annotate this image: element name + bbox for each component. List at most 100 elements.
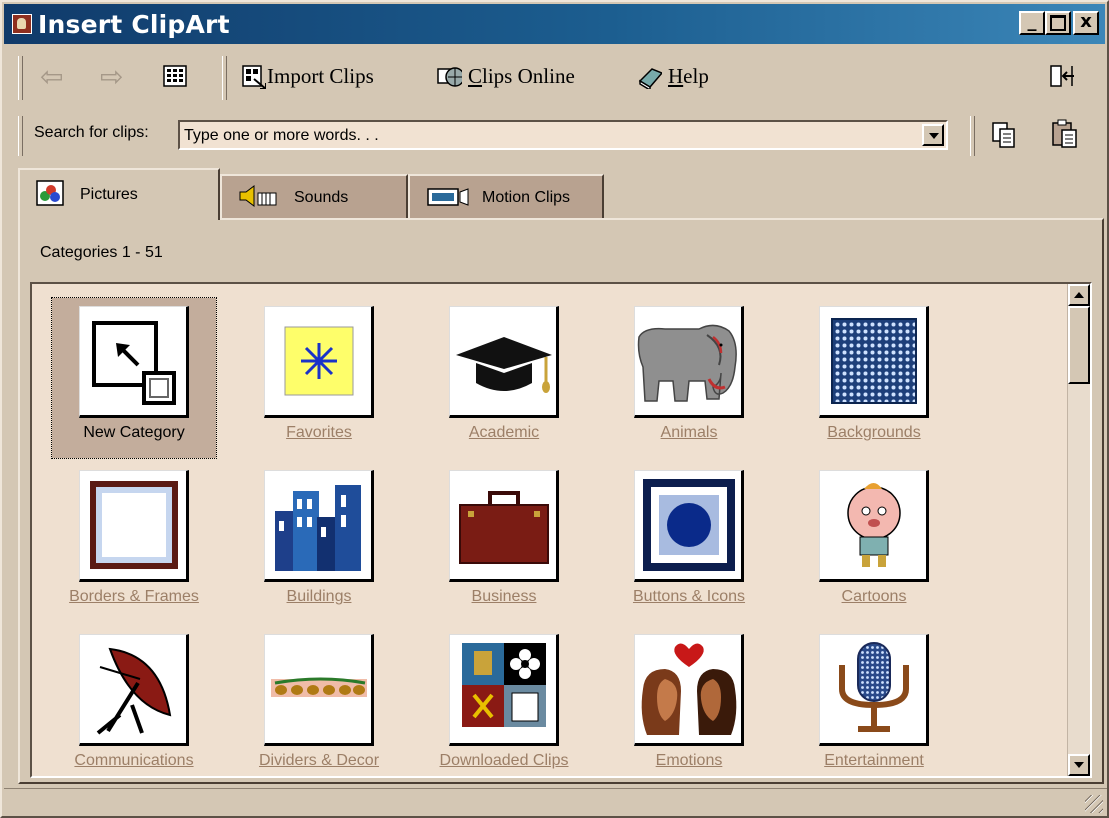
maximize-icon <box>1050 15 1066 31</box>
cartoon-kid-icon <box>847 483 901 567</box>
category-buildings[interactable]: Buildings <box>237 462 401 622</box>
help-button[interactable]: Help <box>636 56 709 96</box>
category-thumbnail <box>634 470 744 582</box>
change-window-size-button[interactable] <box>1048 56 1076 96</box>
clips-online-label: lips Online <box>482 63 575 88</box>
search-placeholder: Type one or more words. . . <box>184 127 379 144</box>
close-button[interactable]: x <box>1073 11 1099 35</box>
category-thumbnail <box>79 306 189 418</box>
search-toolbar-grip[interactable] <box>18 116 23 156</box>
category-thumbnail <box>449 306 559 418</box>
window-title: Insert ClipArt <box>38 10 230 39</box>
category-label: Communications <box>74 752 194 769</box>
category-label: Dividers & Decor <box>258 752 380 769</box>
view-button[interactable] <box>162 56 188 96</box>
tab-sounds-label: Sounds <box>294 189 349 206</box>
help-accel: H <box>668 63 684 88</box>
category-label: Downloaded Clips <box>439 752 569 769</box>
tab-motion-clips[interactable]: Motion Clips <box>408 174 604 220</box>
category-backgrounds[interactable]: Backgrounds <box>792 298 956 458</box>
elephant-icon <box>637 324 737 402</box>
motion-clips-icon <box>426 183 470 214</box>
category-label: Borders & Frames <box>69 588 199 605</box>
category-thumbnail <box>264 634 374 746</box>
category-thumbnail <box>264 470 374 582</box>
pictures-panel: Categories 1 - 51 New Category Favorites… <box>18 218 1104 784</box>
gallery-scrollbar[interactable] <box>1067 284 1090 776</box>
category-downloaded-clips[interactable]: Downloaded Clips <box>422 626 586 776</box>
category-label: Emotions <box>655 752 723 769</box>
downloaded-clips-icon <box>462 643 546 727</box>
category-communications[interactable]: Communications <box>52 626 216 776</box>
forward-button[interactable]: ⇨ <box>100 56 123 96</box>
clips-online-accel: C <box>468 63 483 88</box>
category-label: Entertainment <box>824 752 924 769</box>
search-label: Search for clips: <box>34 124 149 141</box>
category-thumbnail <box>264 306 374 418</box>
tab-motion-clips-label: Motion Clips <box>482 189 571 206</box>
main-toolbar: ⇦ ⇨ IImport Clips <box>18 48 1098 110</box>
category-academic[interactable]: Academic <box>422 298 586 458</box>
title-bar[interactable]: Insert ClipArt _ x <box>4 4 1105 44</box>
insert-clipart-window: Insert ClipArt _ x ⇦ ⇨ Import Clips C li… <box>0 0 1109 818</box>
category-thumbnail <box>819 470 929 582</box>
clips-online-button[interactable]: Clips Online <box>436 56 575 96</box>
scroll-thumb[interactable] <box>1068 306 1090 384</box>
category-thumbnail <box>819 634 929 746</box>
category-business[interactable]: Business <box>422 462 586 622</box>
back-arrow-icon: ⇦ <box>40 59 64 93</box>
copy-icon <box>992 122 1015 148</box>
change-window-size-icon <box>1050 65 1074 87</box>
category-label: Buttons & Icons <box>632 588 746 605</box>
minimize-button[interactable]: _ <box>1019 11 1045 35</box>
import-clips-label: Import Clips <box>267 63 374 89</box>
copy-button[interactable] <box>990 120 1018 155</box>
microphone-icon <box>839 642 909 732</box>
button-icon <box>643 479 735 571</box>
category-favorites[interactable]: Favorites <box>237 298 401 458</box>
toolbar-grip[interactable] <box>18 56 23 100</box>
category-label: Favorites <box>286 424 352 441</box>
buildings-icon <box>275 485 361 571</box>
back-button[interactable]: ⇦ <box>40 56 63 96</box>
scroll-down-button[interactable] <box>1068 754 1090 776</box>
category-thumbnail <box>449 634 559 746</box>
tab-pictures-label: Pictures <box>80 186 138 203</box>
category-label: Backgrounds <box>827 424 921 441</box>
tab-pictures[interactable]: Pictures <box>18 168 220 220</box>
import-clips-button[interactable]: IImport Clips <box>240 56 374 96</box>
category-thumbnail <box>819 306 929 418</box>
category-borders-frames[interactable]: Borders & Frames <box>52 462 216 622</box>
category-emotions[interactable]: Emotions <box>607 626 771 776</box>
scroll-up-button[interactable] <box>1068 284 1090 306</box>
category-label: Academic <box>468 424 540 441</box>
resize-grip[interactable] <box>1085 795 1103 813</box>
backgrounds-pattern-icon <box>831 318 917 404</box>
category-buttons-icons[interactable]: Buttons & Icons <box>607 462 771 622</box>
category-gallery[interactable]: New Category Favorites Academic Animals … <box>30 282 1092 778</box>
paste-button[interactable] <box>1050 118 1080 155</box>
pictures-icon <box>36 179 64 211</box>
category-dividers-decor[interactable]: Dividers & Decor <box>237 626 401 776</box>
satellite-dish-icon <box>96 647 172 735</box>
category-animals[interactable]: Animals <box>607 298 771 458</box>
frame-icon <box>90 481 178 569</box>
emotions-faces-icon <box>641 643 737 735</box>
forward-arrow-icon: ⇨ <box>100 59 124 93</box>
divider-icon <box>271 677 367 697</box>
search-dropdown-button[interactable] <box>922 124 944 146</box>
category-new-category[interactable]: New Category <box>51 297 217 459</box>
clips-online-icon <box>437 67 462 87</box>
tab-sounds[interactable]: Sounds <box>220 174 408 220</box>
status-bar <box>4 788 1107 817</box>
category-entertainment[interactable]: Entertainment <box>792 626 956 776</box>
search-separator <box>970 116 975 156</box>
clipart-app-icon <box>12 14 32 34</box>
briefcase-icon <box>459 491 549 564</box>
search-input[interactable]: Type one or more words. . . <box>178 120 948 150</box>
maximize-button[interactable] <box>1045 11 1071 35</box>
search-toolbar: Search for clips: Type one or more words… <box>18 114 1098 162</box>
category-thumbnail <box>634 634 744 746</box>
category-cartoons[interactable]: Cartoons <box>792 462 956 622</box>
category-thumbnail <box>79 470 189 582</box>
